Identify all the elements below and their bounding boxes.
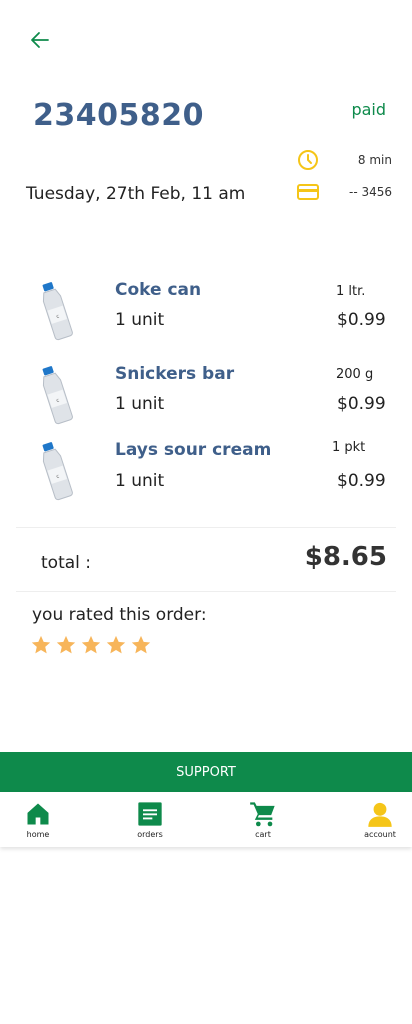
status-badge: paid xyxy=(351,100,386,119)
card-text: -- 3456 xyxy=(348,185,392,199)
nav-label: home xyxy=(26,830,50,839)
arrow-left-icon xyxy=(31,32,49,48)
list-item[interactable]: c Lays sour cream 1 unit 1 pkt $0.99 xyxy=(0,440,412,510)
rating-label: you rated this order: xyxy=(32,605,207,625)
item-name: Coke can xyxy=(115,280,202,300)
item-name: Snickers bar xyxy=(115,364,235,384)
item-size: 200 g xyxy=(336,367,374,382)
item-quantity: 1 unit xyxy=(115,310,165,330)
nav-item-cart[interactable]: cart xyxy=(233,800,293,839)
bottle-thumbnail: c xyxy=(42,366,73,425)
item-price: $0.99 xyxy=(337,310,386,330)
divider xyxy=(16,591,396,592)
star-rating xyxy=(30,634,152,656)
item-price: $0.99 xyxy=(337,394,386,414)
back-button[interactable] xyxy=(28,28,52,52)
nav-label: cart xyxy=(255,830,271,839)
payment-row: -- 3456 xyxy=(296,180,392,204)
support-button[interactable]: SUPPORT xyxy=(0,752,412,792)
bottom-nav: home orders cart account xyxy=(0,792,412,847)
clock-icon xyxy=(298,150,318,170)
eta-text: 8 min xyxy=(357,153,392,167)
nav-label: account xyxy=(364,830,396,839)
bottle-thumbnail: c xyxy=(42,282,73,341)
total-value: $8.65 xyxy=(304,542,387,572)
cart-icon xyxy=(250,802,275,827)
nav-item-account[interactable]: account xyxy=(350,800,410,839)
home-icon xyxy=(27,803,49,825)
orders-icon xyxy=(138,802,162,826)
item-price: $0.99 xyxy=(337,471,386,491)
credit-card-icon xyxy=(297,184,319,200)
star-icon xyxy=(56,635,76,654)
star-icon xyxy=(106,635,126,654)
item-size: 1 pkt xyxy=(332,440,366,455)
order-date: Tuesday, 27th Feb, 11 am xyxy=(26,184,246,204)
account-icon xyxy=(368,802,392,827)
star-icon xyxy=(31,635,51,654)
star-icon xyxy=(81,635,101,654)
list-item[interactable]: c Snickers bar 1 unit 200 g $0.99 xyxy=(0,364,412,434)
eta-row: 8 min xyxy=(296,148,392,172)
list-item[interactable]: c Coke can 1 unit 1 ltr. $0.99 xyxy=(0,280,412,350)
total-label: total : xyxy=(41,553,92,573)
item-quantity: 1 unit xyxy=(115,471,165,491)
nav-item-orders[interactable]: orders xyxy=(120,800,180,839)
star-icon xyxy=(131,635,151,654)
divider xyxy=(16,527,396,528)
nav-item-home[interactable]: home xyxy=(8,800,68,839)
item-name: Lays sour cream xyxy=(115,440,272,460)
bottle-thumbnail: c xyxy=(42,442,73,501)
item-size: 1 ltr. xyxy=(336,284,366,299)
nav-label: orders xyxy=(137,830,163,839)
item-quantity: 1 unit xyxy=(115,394,165,414)
order-number: 23405820 xyxy=(33,98,204,133)
